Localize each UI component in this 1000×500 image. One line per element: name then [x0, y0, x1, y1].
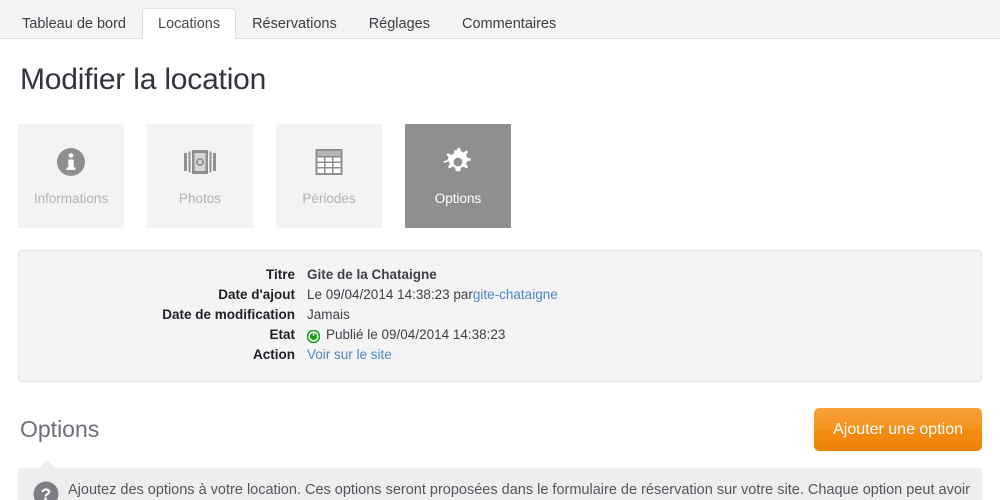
photos-icon	[184, 146, 216, 178]
main-tab-bar: Tableau de bord Locations Réservations R…	[0, 0, 1000, 39]
nav-card-informations[interactable]: Informations	[18, 124, 124, 228]
nav-card-periodes[interactable]: Périodes	[276, 124, 382, 228]
nav-card-label: Photos	[178, 191, 222, 206]
gear-icon	[442, 146, 474, 178]
info-row-etat: Etat Publié le 09/04/2014 14:38:23	[39, 325, 961, 345]
info-value: Publié le 09/04/2014 14:38:23	[306, 325, 506, 345]
help-callout: ? Ajoutez des options à votre location. …	[18, 460, 982, 500]
nav-card-options[interactable]: Options	[405, 124, 511, 228]
location-info-panel: Titre Gite de la Chataigne Date d'ajout …	[18, 250, 982, 382]
info-value: Le 09/04/2014 14:38:23 par gite-chataign…	[307, 285, 558, 305]
nav-card-label: Informations	[33, 191, 109, 206]
help-text: Ajoutez des options à votre location. Ce…	[68, 482, 970, 498]
info-label: Etat	[269, 327, 295, 342]
page-title: Modifier la location	[20, 63, 267, 96]
tab-reservations[interactable]: Réservations	[236, 8, 353, 39]
info-label: Titre	[265, 267, 295, 282]
info-value: Gite de la Chataigne	[307, 265, 437, 285]
tab-locations[interactable]: Locations	[142, 8, 237, 39]
nav-card-label: Périodes	[302, 191, 356, 206]
info-value: Voir sur le site	[307, 345, 392, 365]
options-section-header: Options Ajouter une option	[18, 408, 982, 451]
svg-text:?: ?	[41, 485, 51, 500]
info-label: Date de modification	[162, 307, 295, 322]
add-option-button[interactable]: Ajouter une option	[814, 408, 982, 451]
info-row-action: Action Voir sur le site	[39, 345, 961, 365]
nav-card-label: Options	[434, 191, 482, 206]
voir-sur-le-site-link[interactable]: Voir sur le site	[307, 345, 392, 365]
published-green-icon	[306, 329, 321, 343]
nav-card-photos[interactable]: Photos	[147, 124, 253, 228]
section-nav-cards: Informations Photos Périodes Options	[18, 124, 982, 228]
author-link[interactable]: gite-chataigne	[473, 285, 558, 305]
date-modification-value: Jamais	[307, 307, 350, 322]
info-row-date-ajout: Date d'ajout Le 09/04/2014 14:38:23 par …	[39, 285, 961, 305]
tab-tableau-de-bord[interactable]: Tableau de bord	[6, 8, 142, 39]
etat-value: Publié le 09/04/2014 14:38:23	[326, 327, 506, 342]
info-row-date-modification: Date de modification Jamais	[39, 305, 961, 325]
info-label: Date d'ajout	[218, 287, 295, 302]
question-circle-icon: ?	[33, 481, 59, 500]
page-content: Modifier la location Informations Photos…	[0, 63, 1000, 500]
date-ajout-value: Le 09/04/2014 14:38:23 par	[307, 287, 473, 302]
tab-reglages[interactable]: Réglages	[353, 8, 446, 39]
calendar-table-icon	[313, 146, 345, 178]
tab-commentaires[interactable]: Commentaires	[446, 8, 572, 39]
info-row-titre: Titre Gite de la Chataigne	[39, 265, 961, 285]
location-title-value: Gite de la Chataigne	[307, 267, 437, 282]
info-circle-icon	[55, 146, 87, 178]
info-label: Action	[253, 347, 295, 362]
options-section-title: Options	[20, 416, 100, 442]
